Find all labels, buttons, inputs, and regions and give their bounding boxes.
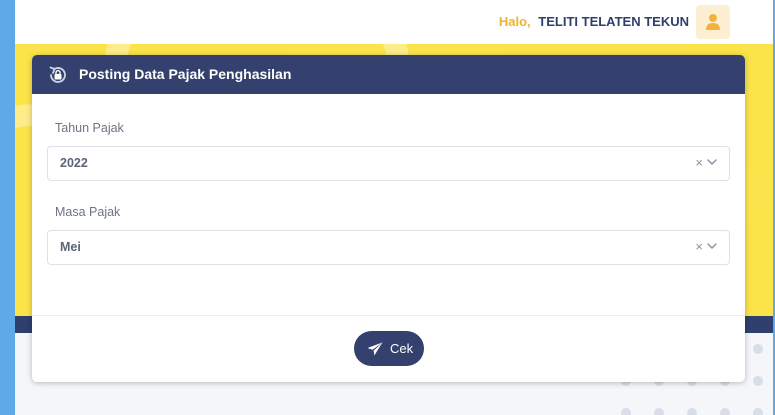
- posting-card: Posting Data Pajak Penghasilan Tahun Paj…: [32, 55, 745, 382]
- tahun-pajak-value: 2022: [60, 156, 88, 170]
- card-header: Posting Data Pajak Penghasilan: [32, 55, 745, 94]
- clear-icon[interactable]: ×: [695, 239, 703, 255]
- decor-dot: [654, 408, 664, 415]
- lock-refresh-icon: [49, 66, 66, 83]
- cek-button[interactable]: Cek: [354, 331, 424, 366]
- decor-dot: [687, 408, 697, 415]
- chevron-down-icon[interactable]: [707, 243, 717, 250]
- avatar[interactable]: [696, 5, 730, 39]
- card-divider: [32, 315, 745, 316]
- user-icon: [706, 14, 720, 30]
- decor-dot: [753, 408, 763, 415]
- decor-dot: [720, 408, 730, 415]
- send-icon: [367, 342, 383, 356]
- masa-pajak-value: Mei: [60, 240, 81, 254]
- card-title: Posting Data Pajak Penghasilan: [79, 66, 292, 82]
- tahun-pajak-label: Tahun Pajak: [55, 121, 124, 135]
- masa-pajak-select[interactable]: Mei ×: [47, 230, 730, 265]
- tahun-pajak-select[interactable]: 2022 ×: [47, 146, 730, 181]
- masa-pajak-label: Masa Pajak: [55, 205, 121, 219]
- user-greeting: Halo, TELITI TELATEN TEKUN: [499, 14, 689, 29]
- cek-button-label: Cek: [390, 341, 414, 356]
- clear-icon[interactable]: ×: [695, 155, 703, 171]
- decor-dot: [753, 376, 763, 386]
- decor-dot: [753, 344, 763, 354]
- chevron-down-icon[interactable]: [707, 159, 717, 166]
- user-name[interactable]: TELITI TELATEN TEKUN: [538, 14, 689, 29]
- decor-dot: [621, 408, 631, 415]
- greeting-prefix: Halo,: [498, 14, 531, 29]
